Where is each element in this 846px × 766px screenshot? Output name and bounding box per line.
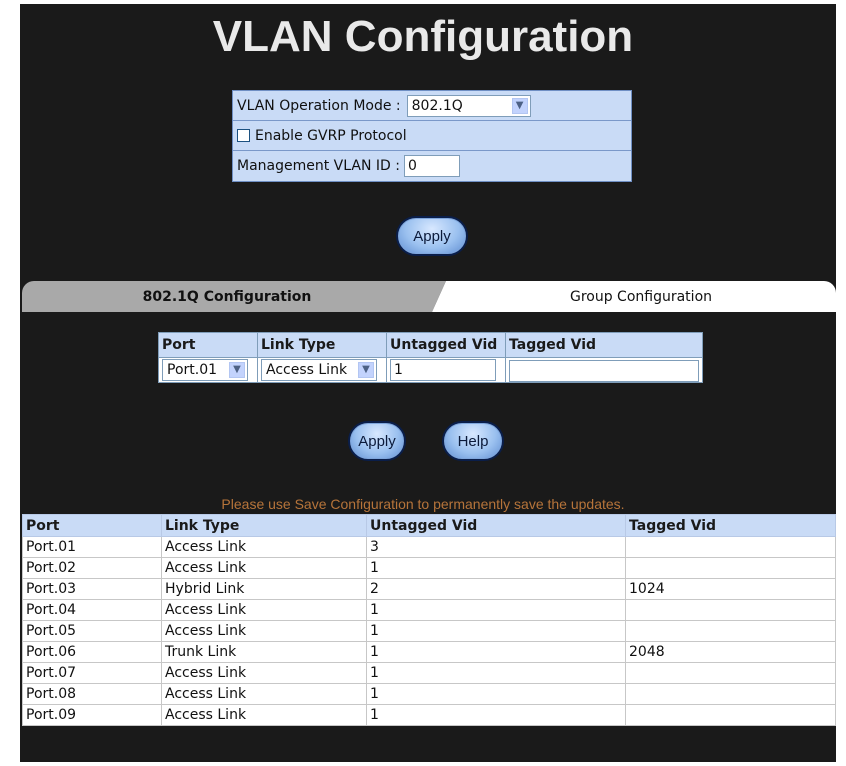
column-header: Tagged Vid: [625, 514, 836, 537]
table-cell: [625, 599, 836, 621]
table-cell: Trunk Link: [161, 641, 367, 663]
table-cell: 1: [366, 704, 626, 726]
table-cell: 1: [366, 641, 626, 663]
port-edit-table: Port Link Type Untagged Vid Tagged Vid P…: [158, 332, 703, 383]
tagged-vid-input[interactable]: [509, 359, 699, 382]
port-edit-header: Port Link Type Untagged Vid Tagged Vid: [158, 332, 703, 358]
column-header: Port: [158, 332, 258, 358]
table-cell: Port.04: [22, 599, 162, 621]
table-row: Port.02 Access Link 1: [22, 557, 836, 579]
chevron-down-icon: ▼: [229, 362, 245, 378]
table-cell: 2: [366, 578, 626, 600]
table-cell: Port.03: [22, 578, 162, 600]
link-type-select-value: Access Link: [266, 362, 348, 378]
table-header: Port Link Type Untagged Vid Tagged Vid: [22, 514, 836, 537]
management-vlan-input[interactable]: 0: [403, 155, 460, 177]
column-header: Untagged Vid: [386, 332, 506, 358]
operation-mode-label: VLAN Operation Mode :: [237, 97, 401, 114]
apply-mode-button[interactable]: Apply: [396, 216, 468, 256]
table-cell: 2048: [625, 641, 836, 663]
table-cell: Port.07: [22, 662, 162, 684]
table-cell: [625, 683, 836, 705]
chevron-down-icon: ▼: [511, 97, 528, 114]
column-header: Untagged Vid: [366, 514, 626, 537]
management-vlan-value: 0: [407, 158, 417, 174]
link-type-select[interactable]: Access Link ▼: [261, 359, 377, 381]
operation-mode-value: 802.1Q: [411, 97, 463, 114]
table-row: Port.07 Access Link 1: [22, 662, 836, 684]
table-row: Port.09 Access Link 1: [22, 704, 836, 726]
port-cell: Port.01 ▼: [158, 357, 258, 383]
apply-port-button[interactable]: Apply: [348, 421, 406, 461]
column-header: Link Type: [257, 332, 387, 358]
operation-mode-select[interactable]: 802.1Q ▼: [406, 94, 531, 117]
gvrp-row: Enable GVRP Protocol: [233, 121, 631, 151]
table-cell: Access Link: [161, 620, 367, 642]
table-row: Port.08 Access Link 1: [22, 683, 836, 705]
table-cell: Access Link: [161, 536, 367, 558]
management-vlan-label: Management VLAN ID :: [237, 158, 400, 174]
page-title: VLAN Configuration: [212, 12, 634, 61]
table-cell: Port.05: [22, 620, 162, 642]
vlan-port-table: Port Link Type Untagged Vid Tagged Vid P…: [22, 514, 836, 726]
table-cell: [625, 557, 836, 579]
table-cell: 1024: [625, 578, 836, 600]
table-cell: 3: [366, 536, 626, 558]
table-cell: Port.09: [22, 704, 162, 726]
page: VLAN Configuration VLAN Operation Mode :…: [0, 0, 846, 766]
table-cell: 1: [366, 620, 626, 642]
management-vlan-row: Management VLAN ID : 0: [233, 151, 631, 181]
table-cell: Port.06: [22, 641, 162, 663]
table-cell: 1: [366, 662, 626, 684]
table-cell: Access Link: [161, 599, 367, 621]
table-cell: [625, 704, 836, 726]
tab-group-configuration[interactable]: Group Configuration: [432, 281, 836, 312]
tab-8021q-configuration[interactable]: 802.1Q Configuration: [22, 281, 446, 312]
table-cell: Access Link: [161, 704, 367, 726]
table-cell: Port.08: [22, 683, 162, 705]
save-notice: Please use Save Configuration to permane…: [221, 496, 625, 512]
column-header: Link Type: [161, 514, 367, 537]
operation-mode-row: VLAN Operation Mode : 802.1Q ▼: [233, 91, 631, 121]
table-cell: Port.01: [22, 536, 162, 558]
table-row: Port.04 Access Link 1: [22, 599, 836, 621]
table-cell: [625, 536, 836, 558]
port-select-value: Port.01: [167, 362, 218, 378]
untagged-vid-cell: 1: [386, 357, 506, 383]
config-tabs: 802.1Q Configuration Group Configuration: [22, 281, 836, 313]
table-cell: [625, 662, 836, 684]
port-edit-row: Port.01 ▼ Access Link ▼ 1: [158, 357, 703, 383]
untagged-vid-input[interactable]: 1: [390, 359, 496, 381]
table-row: Port.05 Access Link 1: [22, 620, 836, 642]
tagged-vid-cell: [505, 357, 703, 383]
column-header: Port: [22, 514, 162, 537]
column-header: Tagged Vid: [505, 332, 703, 358]
table-row: Port.06 Trunk Link 1 2048: [22, 641, 836, 663]
table-cell: 1: [366, 557, 626, 579]
table-row: Port.03 Hybrid Link 2 1024: [22, 578, 836, 600]
port-select[interactable]: Port.01 ▼: [162, 359, 248, 381]
gvrp-checkbox[interactable]: [237, 129, 250, 142]
table-cell: Hybrid Link: [161, 578, 367, 600]
chevron-down-icon: ▼: [358, 362, 374, 378]
table-cell: 1: [366, 599, 626, 621]
link-type-cell: Access Link ▼: [257, 357, 387, 383]
table-row: Port.01 Access Link 3: [22, 536, 836, 558]
help-button[interactable]: Help: [442, 421, 504, 461]
table-cell: Access Link: [161, 683, 367, 705]
table-cell: 1: [366, 683, 626, 705]
untagged-vid-value: 1: [394, 362, 403, 378]
table-cell: Access Link: [161, 557, 367, 579]
table-cell: [625, 620, 836, 642]
vlan-mode-box: VLAN Operation Mode : 802.1Q ▼ Enable GV…: [232, 90, 632, 182]
gvrp-label: Enable GVRP Protocol: [255, 127, 407, 144]
table-cell: Port.02: [22, 557, 162, 579]
table-cell: Access Link: [161, 662, 367, 684]
